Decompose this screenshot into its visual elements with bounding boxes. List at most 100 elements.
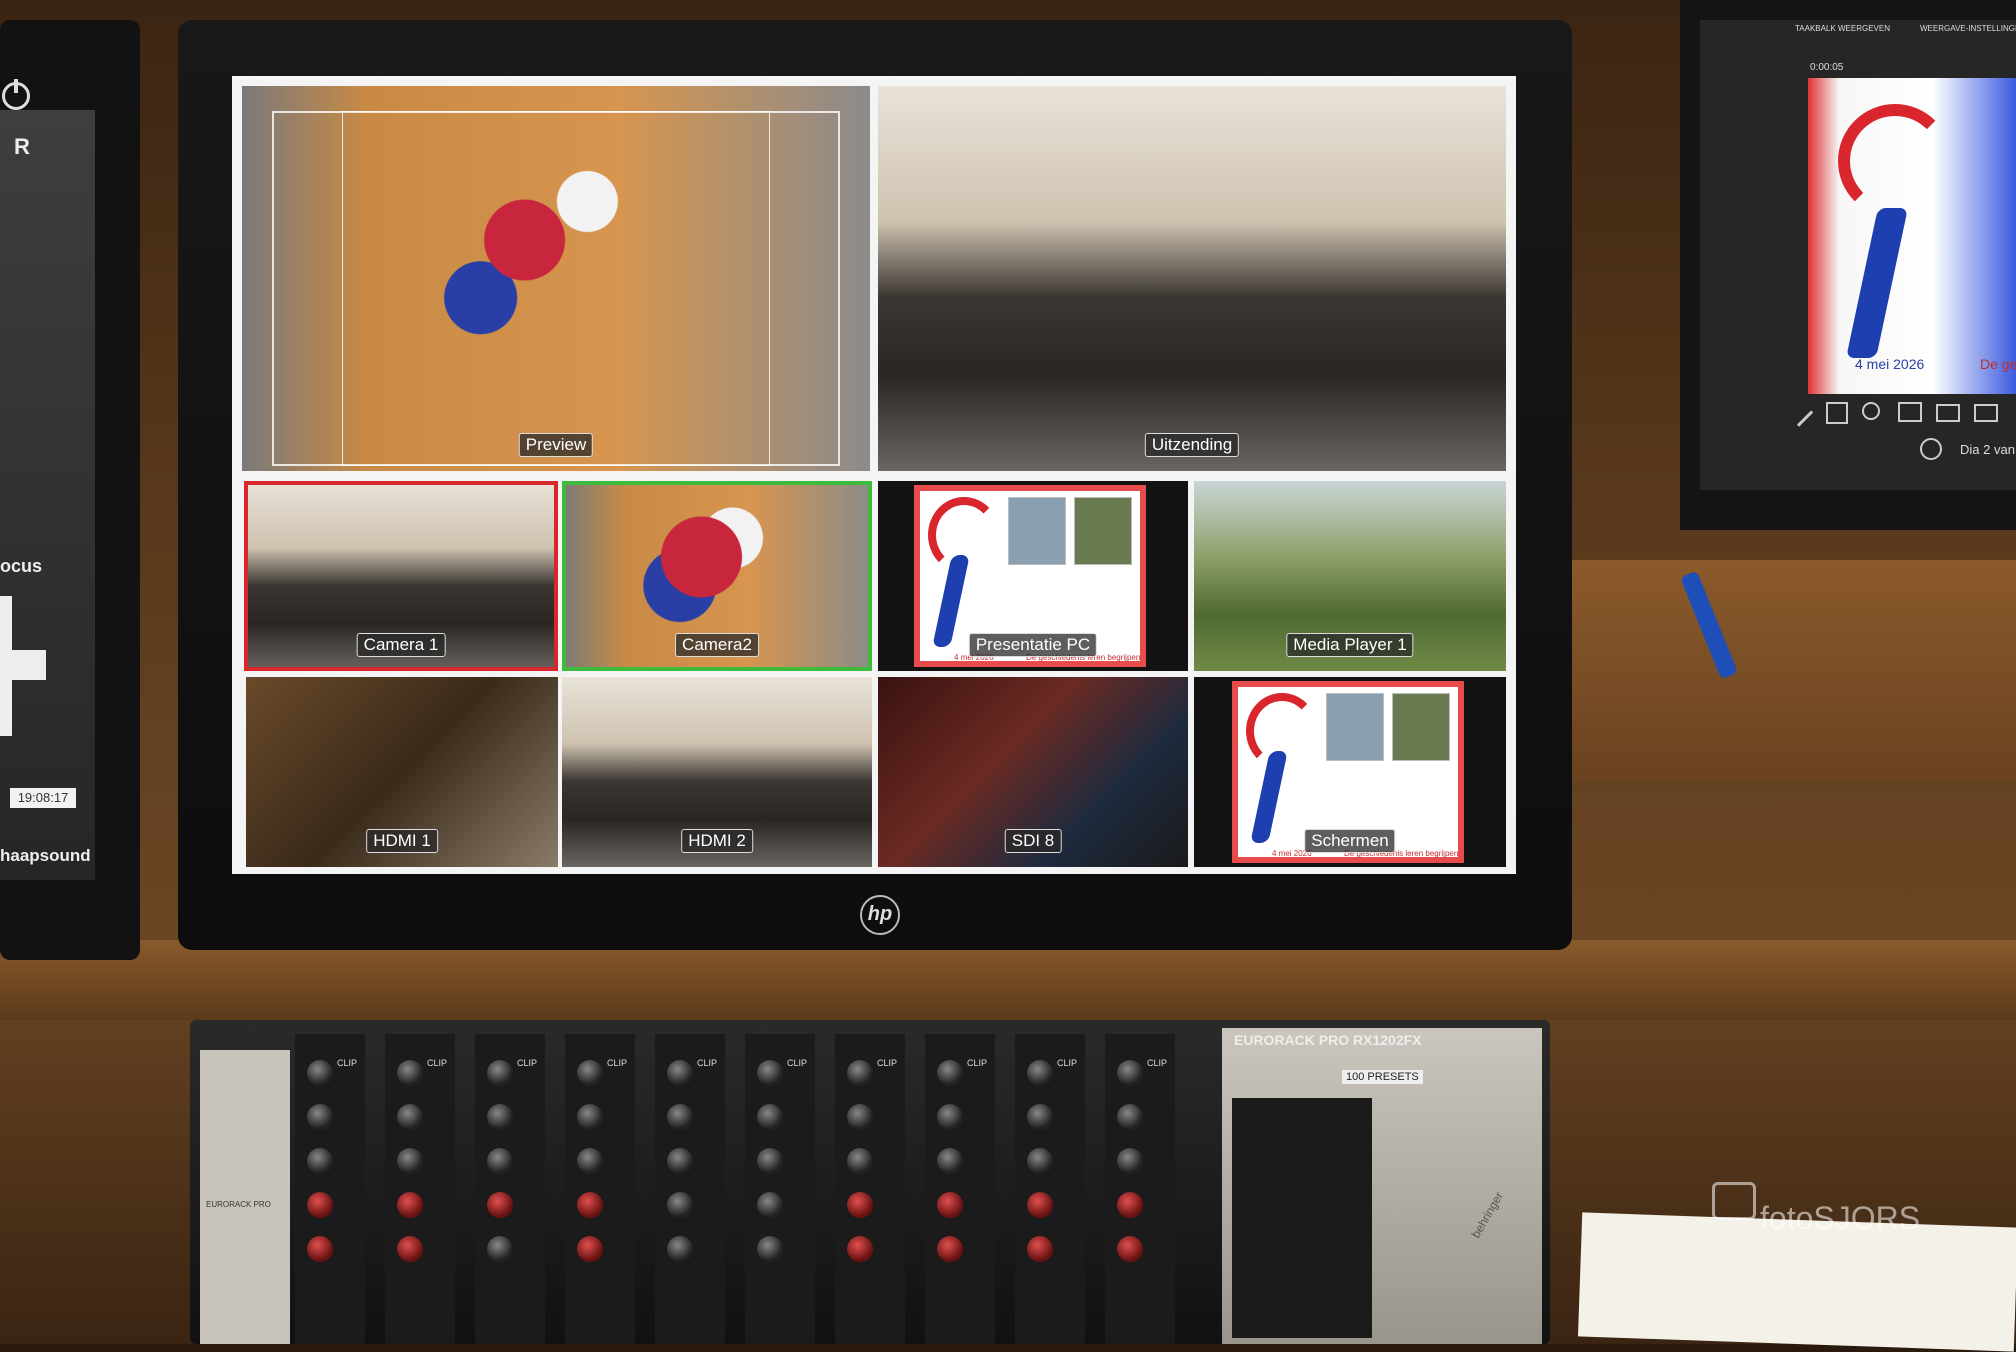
preview-tile[interactable]: Preview — [242, 86, 870, 471]
plus-icon[interactable] — [0, 596, 46, 736]
fx-knob[interactable] — [397, 1192, 423, 1218]
tile-label: HDMI 2 — [681, 829, 753, 853]
tile-label: Camera2 — [675, 633, 759, 657]
camera-1-tile[interactable]: Camera 1 — [244, 481, 558, 671]
gain-knob[interactable] — [487, 1060, 513, 1086]
mixer-left-panel: EURORACK PRO — [200, 1050, 290, 1344]
pan-knob[interactable] — [667, 1236, 693, 1262]
power-icon[interactable] — [2, 79, 30, 110]
mixer-channel: CLIP — [745, 1034, 815, 1344]
display-settings-menu-item[interactable]: WEERGAVE-INSTELLINGEN — [1920, 24, 2016, 33]
left-monitor-footer: haapsound — [0, 846, 91, 865]
eq-knob[interactable] — [937, 1104, 963, 1130]
watermark-text: fotoSJORS — [1760, 1200, 1921, 1236]
pan-knob[interactable] — [307, 1236, 333, 1262]
gain-knob[interactable] — [577, 1060, 603, 1086]
eq-knob[interactable] — [1117, 1148, 1143, 1174]
tile-label: Uitzending — [1144, 433, 1240, 457]
screen-icon[interactable] — [1898, 402, 1922, 422]
fx-knob[interactable] — [577, 1192, 603, 1218]
gain-knob[interactable] — [307, 1060, 333, 1086]
presentation-pc-tile[interactable]: 4 mei 2026 De geschiedenis leren begrijp… — [878, 481, 1188, 671]
church-thumbnail — [1008, 497, 1066, 565]
eq-knob[interactable] — [1027, 1104, 1053, 1130]
gain-knob[interactable] — [1027, 1060, 1053, 1086]
watermark-camera-icon — [1712, 1182, 1756, 1220]
taskbar-menu-item[interactable]: TAAKBALK WEERGEVEN — [1795, 24, 1890, 33]
camera-icon[interactable] — [1974, 404, 1998, 422]
hdmi-1-tile[interactable]: HDMI 1 — [246, 677, 558, 867]
fx-knob[interactable] — [1027, 1192, 1053, 1218]
mixer-model: EURORACK PRO RX1202FX — [1234, 1032, 1422, 1048]
grid-view-icon[interactable] — [1826, 402, 1848, 424]
clip-label: CLIP — [427, 1058, 448, 1068]
pan-knob[interactable] — [1117, 1236, 1143, 1262]
gain-knob[interactable] — [757, 1060, 783, 1086]
eq-knob[interactable] — [307, 1104, 333, 1130]
gain-knob[interactable] — [937, 1060, 963, 1086]
eq-knob[interactable] — [487, 1104, 513, 1130]
pan-knob[interactable] — [487, 1236, 513, 1262]
right-shelf — [1560, 560, 2016, 780]
fx-knob[interactable] — [757, 1192, 783, 1218]
sdi-8-tile[interactable]: SDI 8 — [878, 677, 1188, 867]
camera-2-tile[interactable]: Camera2 — [562, 481, 872, 671]
clip-label: CLIP — [1057, 1058, 1078, 1068]
eq-knob[interactable] — [847, 1148, 873, 1174]
fx-knob[interactable] — [847, 1192, 873, 1218]
pan-knob[interactable] — [757, 1236, 783, 1262]
media-player-1-tile[interactable]: Media Player 1 — [1194, 481, 1506, 671]
eq-knob[interactable] — [667, 1104, 693, 1130]
clip-label: CLIP — [337, 1058, 358, 1068]
eq-knob[interactable] — [397, 1104, 423, 1130]
eq-knob[interactable] — [397, 1148, 423, 1174]
previous-slide-icon[interactable] — [1920, 438, 1942, 460]
subtitles-icon[interactable] — [1936, 404, 1960, 422]
eq-knob[interactable] — [307, 1148, 333, 1174]
mixer-channel: CLIP — [565, 1034, 635, 1344]
eq-knob[interactable] — [1117, 1104, 1143, 1130]
eq-knob[interactable] — [577, 1148, 603, 1174]
pan-knob[interactable] — [937, 1236, 963, 1262]
mixer-channel: CLIP — [655, 1034, 725, 1344]
eq-knob[interactable] — [757, 1104, 783, 1130]
eq-knob[interactable] — [667, 1148, 693, 1174]
fx-knob[interactable] — [667, 1192, 693, 1218]
gain-knob[interactable] — [397, 1060, 423, 1086]
fx-knob[interactable] — [937, 1192, 963, 1218]
current-slide — [1808, 78, 2016, 394]
tile-label: SDI 8 — [1004, 829, 1062, 853]
multiview-screen: Preview Uitzending Camera 1 Camera2 4 me… — [232, 76, 1516, 874]
mixer-left-label: EURORACK PRO — [206, 1200, 271, 1209]
pan-knob[interactable] — [847, 1236, 873, 1262]
master-section — [1232, 1098, 1372, 1338]
fx-knob[interactable] — [307, 1192, 333, 1218]
eq-knob[interactable] — [847, 1104, 873, 1130]
gain-knob[interactable] — [667, 1060, 693, 1086]
eq-knob[interactable] — [487, 1148, 513, 1174]
desk-shelf — [0, 940, 2016, 1020]
gain-knob[interactable] — [847, 1060, 873, 1086]
program-tile[interactable]: Uitzending — [878, 86, 1506, 471]
cross-thumbnail — [1392, 693, 1450, 761]
gain-knob[interactable] — [1117, 1060, 1143, 1086]
pan-knob[interactable] — [1027, 1236, 1053, 1262]
behringer-logo: behringer — [1468, 1189, 1507, 1241]
eq-knob[interactable] — [757, 1148, 783, 1174]
clip-label: CLIP — [967, 1058, 988, 1068]
eq-knob[interactable] — [937, 1148, 963, 1174]
mixer-master-panel: EURORACK PRO RX1202FX 100 PRESETS behrin… — [1222, 1028, 1542, 1344]
fx-knob[interactable] — [1117, 1192, 1143, 1218]
pan-knob[interactable] — [397, 1236, 423, 1262]
eq-knob[interactable] — [1027, 1148, 1053, 1174]
zoom-icon[interactable] — [1862, 402, 1880, 420]
presets-badge: 100 PRESETS — [1342, 1070, 1423, 1084]
schermen-tile[interactable]: 4 mei 2026 De geschiedenis leren begrijp… — [1194, 677, 1506, 867]
hdmi-2-tile[interactable]: HDMI 2 — [562, 677, 872, 867]
pan-knob[interactable] — [577, 1236, 603, 1262]
cross-thumbnail — [1074, 497, 1132, 565]
slide-caption-cut: De ge — [1980, 356, 2016, 372]
eq-knob[interactable] — [577, 1104, 603, 1130]
fx-knob[interactable] — [487, 1192, 513, 1218]
mixer-channel: CLIP — [385, 1034, 455, 1344]
